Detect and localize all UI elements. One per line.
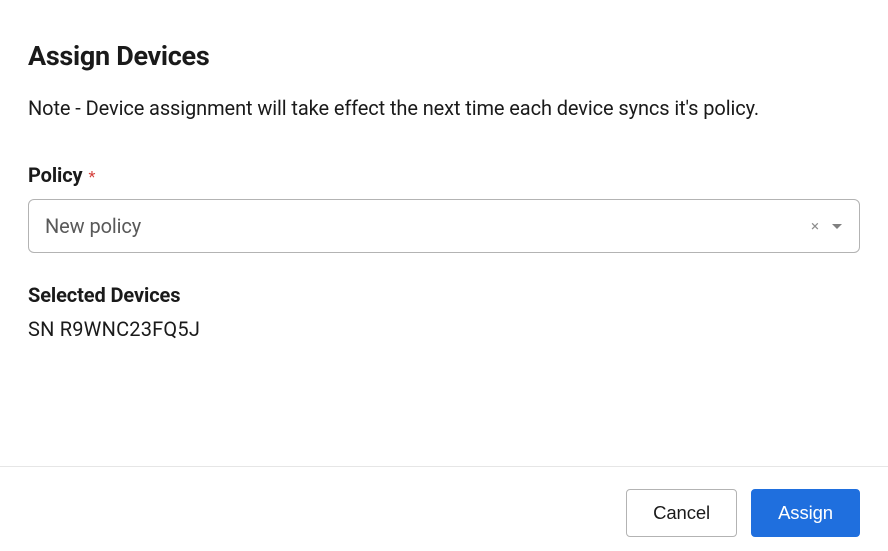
policy-select[interactable]: New policy ×: [28, 199, 860, 253]
select-controls: ×: [809, 217, 843, 236]
cancel-button[interactable]: Cancel: [626, 489, 737, 538]
selected-devices-section: Selected Devices SN R9WNC23FQ5J: [28, 283, 860, 341]
assign-devices-dialog: Assign Devices Note - Device assignment …: [0, 0, 888, 341]
selected-device-item: SN R9WNC23FQ5J: [28, 317, 860, 341]
policy-selected-value: New policy: [45, 214, 809, 238]
dialog-footer: Cancel Assign: [0, 466, 888, 551]
clear-selection-icon[interactable]: ×: [809, 217, 821, 236]
assign-button[interactable]: Assign: [751, 489, 860, 538]
policy-field-group: Policy * New policy ×: [28, 163, 860, 253]
dialog-note: Note - Device assignment will take effec…: [28, 90, 860, 127]
policy-label: Policy: [28, 163, 83, 187]
required-indicator: *: [89, 167, 96, 186]
dialog-title: Assign Devices: [28, 40, 860, 72]
chevron-down-icon[interactable]: [831, 223, 843, 230]
selected-devices-label: Selected Devices: [28, 283, 860, 307]
